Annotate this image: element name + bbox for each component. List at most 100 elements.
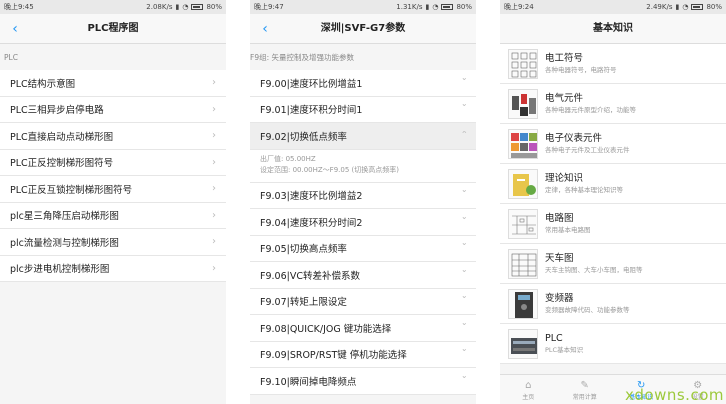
knowledge-item[interactable]: 电子仪表元件 各种电子元件及工业仪表元件 xyxy=(500,124,726,164)
title-bar: 基本知识 xyxy=(500,14,726,44)
chevron-down-icon: ˅ xyxy=(460,243,467,254)
page-title: PLC程序图 xyxy=(87,23,139,34)
phone-screen-basic-knowledge: 晚上9:24 2.49K/s ▮ ◔ 80% 基本知识 电工符号各种电器符号，电… xyxy=(500,0,726,404)
status-bar: 晚上9:47 1.31K/s ▮ ◔ 80% xyxy=(250,0,476,14)
list-item[interactable]: PLC三相异步启停电路 › xyxy=(0,96,226,123)
item-title: 天车图 xyxy=(545,253,574,264)
signal-icon: ▮ xyxy=(175,3,180,11)
param-item[interactable]: F9.05|切换高点频率 ˅ xyxy=(250,235,476,262)
network-speed: 2.08K/s xyxy=(146,3,173,11)
chevron-down-icon: ˅ xyxy=(460,190,467,201)
item-title: 电子仪表元件 xyxy=(545,133,603,144)
battery-icon xyxy=(441,4,454,10)
crane-diagram-thumbnail xyxy=(508,248,538,279)
section-header: PLC xyxy=(4,53,18,62)
item-subtitle: 各种电器符号，电路符号 xyxy=(545,66,617,74)
param-item[interactable]: F9.01|速度环积分时间1 ˅ xyxy=(250,96,476,123)
list-item[interactable]: PLC结构示意图 › xyxy=(0,70,226,97)
chevron-down-icon: ˅ xyxy=(460,296,467,307)
item-subtitle: 天车主钩图、大车小车图，电阻等 xyxy=(545,266,643,274)
chevron-right-icon: › xyxy=(212,77,216,89)
chevron-down-icon: ˅ xyxy=(460,77,467,88)
setting-range: 设定范围: 00.00HZ～F9.05 (切换高点频率) xyxy=(260,165,399,174)
tab-home[interactable]: ⌂ 主页 xyxy=(500,375,557,404)
screenshot-collage: 晚上9:45 2.08K/s ▮ ◔ 80% ‹ PLC程序图 PLC PLC结… xyxy=(0,0,726,404)
knowledge-item[interactable]: PLC PLC基本知识 xyxy=(500,324,726,364)
chevron-right-icon: › xyxy=(212,236,216,248)
list-item[interactable]: plc星三角降压启动梯形图 › xyxy=(0,202,226,229)
chevron-down-icon: ˅ xyxy=(460,269,467,280)
chevron-down-icon: ˅ xyxy=(460,104,467,115)
knowledge-list: 电工符号各种电器符号，电路符号 电气元件各种电器元件原型介绍，功能等 电子仪表元… xyxy=(500,44,726,364)
chevron-down-icon: ˅ xyxy=(460,349,467,360)
knowledge-item[interactable]: 理论知识定律，各种基本理论知识等 xyxy=(500,164,726,204)
list-item[interactable]: plc步进电机控制梯形图 › xyxy=(0,255,226,282)
electrical-components-thumbnail xyxy=(508,88,538,119)
wifi-icon: ◔ xyxy=(432,3,439,11)
edit-icon: ✎ xyxy=(580,380,589,391)
item-title: 电气元件 xyxy=(545,93,584,104)
signal-icon: ▮ xyxy=(675,3,680,11)
battery-icon xyxy=(691,4,704,10)
plc-diagram-list: PLC结构示意图 › PLC三相异步启停电路 › PLC直接启动点动梯形图 › PLC… xyxy=(0,70,226,282)
param-item[interactable]: F9.06|VC转差补偿系数 ˅ xyxy=(250,262,476,289)
status-bar: 晚上9:24 2.49K/s ▮ ◔ 80% xyxy=(500,0,726,14)
instrument-components-thumbnail xyxy=(508,128,538,159)
param-item-expanded[interactable]: F9.02|切换低点频率 ˄ xyxy=(250,123,476,150)
list-item[interactable]: PLC直接启动点动梯形图 › xyxy=(0,123,226,150)
home-icon: ⌂ xyxy=(525,380,532,391)
param-item[interactable]: F9.09|SROP/RST键 停机功能选择 ˅ xyxy=(250,341,476,368)
param-item[interactable]: F9.07|转矩上限设定 ˅ xyxy=(250,288,476,315)
list-item[interactable]: PLC正反互锁控制梯形图符号 › xyxy=(0,176,226,203)
wifi-icon: ◔ xyxy=(182,3,189,11)
signal-icon: ▮ xyxy=(425,3,430,11)
chevron-right-icon: › xyxy=(212,183,216,195)
chevron-right-icon: › xyxy=(212,103,216,115)
status-time: 晚上9:24 xyxy=(504,3,534,11)
knowledge-item[interactable]: 电路图常用基本电路图 xyxy=(500,204,726,244)
item-title: 理论知识 xyxy=(545,173,584,184)
item-subtitle: 定律，各种基本理论知识等 xyxy=(545,186,623,194)
item-subtitle: PLC基本知识 xyxy=(545,346,584,354)
battery-percent: 80% xyxy=(456,3,472,11)
chevron-down-icon: ˅ xyxy=(460,216,467,227)
page-title: 基本知识 xyxy=(593,23,633,34)
title-bar: ‹ 深圳|SVF-G7参数 xyxy=(250,14,476,44)
chevron-right-icon: › xyxy=(212,130,216,142)
param-item[interactable]: F9.00|速度环比例增益1 ˅ xyxy=(250,70,476,97)
chevron-right-icon: › xyxy=(212,262,216,274)
back-icon[interactable]: ‹ xyxy=(258,14,272,44)
network-speed: 1.31K/s xyxy=(396,3,423,11)
knowledge-item[interactable]: 天车图天车主钩图、大车小车图，电阻等 xyxy=(500,244,726,284)
knowledge-item[interactable]: 电工符号各种电器符号，电路符号 xyxy=(500,44,726,84)
theory-book-thumbnail xyxy=(508,168,538,199)
wifi-icon: ◔ xyxy=(682,3,689,11)
item-title: PLC xyxy=(545,333,563,344)
item-title: 电工符号 xyxy=(545,53,584,64)
status-bar: 晚上9:45 2.08K/s ▮ ◔ 80% xyxy=(0,0,226,14)
section-header: F9组: 矢量控制及增强功能参数 xyxy=(250,53,354,62)
plc-device-thumbnail xyxy=(508,328,538,359)
list-item[interactable]: PLC正反控制梯形图符号 › xyxy=(0,149,226,176)
status-time: 晚上9:47 xyxy=(254,3,284,11)
param-item[interactable]: F9.03|速度环比例增益2 ˅ xyxy=(250,182,476,209)
knowledge-item[interactable]: 变频器 变频器故障代码、功能参数等 xyxy=(500,284,726,324)
param-item[interactable]: F9.08|QUICK/JOG 键功能选择 ˅ xyxy=(250,315,476,342)
param-item[interactable]: F9.04|速度环积分时间2 ˅ xyxy=(250,209,476,236)
circuit-diagram-thumbnail xyxy=(508,208,538,239)
battery-percent: 80% xyxy=(706,3,722,11)
title-bar: ‹ PLC程序图 xyxy=(0,14,226,44)
factory-value: 出厂值: 05.00HZ xyxy=(260,154,316,163)
item-subtitle: 各种电器元件原型介绍，功能等 xyxy=(545,106,636,114)
knowledge-item[interactable]: 电气元件各种电器元件原型介绍，功能等 xyxy=(500,84,726,124)
back-icon[interactable]: ‹ xyxy=(8,14,22,44)
item-title: 电路图 xyxy=(545,213,574,224)
symbol-grid-thumbnail xyxy=(508,48,538,79)
item-subtitle: 常用基本电路图 xyxy=(545,226,591,234)
battery-icon xyxy=(191,4,204,10)
network-speed: 2.49K/s xyxy=(646,3,673,11)
list-item[interactable]: plc流量检测与控制梯形图 › xyxy=(0,229,226,256)
tab-calculations[interactable]: ✎ 常用计算 xyxy=(557,375,614,404)
item-title: 变频器 xyxy=(545,293,574,304)
param-item[interactable]: F9.10|瞬间掉电降频点 ˅ xyxy=(250,368,476,395)
